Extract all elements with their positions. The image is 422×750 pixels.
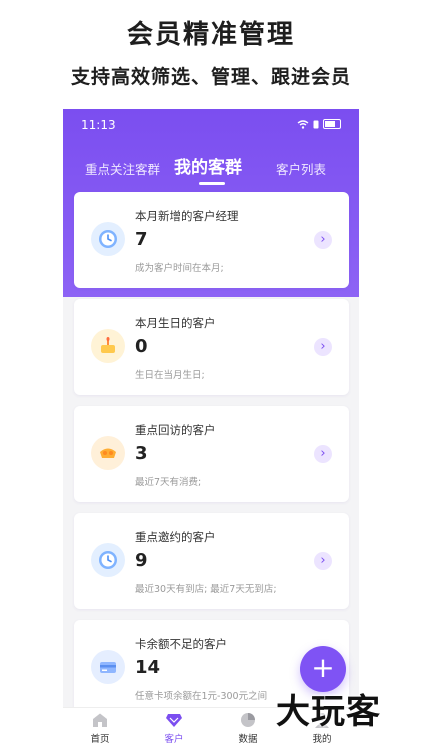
card-description: 最近30天有到店; 最近7天无到店;	[135, 584, 277, 595]
birthday-cake-icon	[91, 329, 125, 363]
card-birthday[interactable]: 本月生日的客户 0 生日在当月生日; ›	[74, 299, 349, 395]
tabbar-customers[interactable]: 客户	[149, 712, 199, 745]
tab-my-groups[interactable]: 我的客群	[174, 153, 242, 178]
battery-icon	[323, 119, 341, 129]
active-tab-indicator	[199, 182, 225, 185]
card-new-managers[interactable]: 本月新增的客户经理 7 成为客户时间在本月; ›	[74, 192, 349, 288]
card-icon	[91, 650, 125, 684]
watermark: 大玩客	[276, 692, 381, 732]
card-title: 本月生日的客户	[135, 316, 216, 330]
card-value: 9	[135, 550, 148, 571]
gift-box-icon	[91, 436, 125, 470]
card-title: 本月新增的客户经理	[135, 209, 239, 223]
card-title: 卡余额不足的客户	[135, 637, 227, 651]
status-bar: 11:13	[63, 109, 359, 143]
card-description: 成为客户时间在本月;	[135, 263, 224, 274]
status-icons	[297, 119, 341, 129]
card-title: 重点回访的客户	[135, 423, 216, 437]
card-description: 任意卡项余额在1元-300元之间	[135, 691, 268, 702]
card-value: 0	[135, 336, 148, 357]
clock-icon	[91, 543, 125, 577]
tabbar-label: 我的	[312, 734, 332, 745]
signal-icon	[313, 120, 319, 128]
card-title: 重点邀约的客户	[135, 530, 216, 544]
wifi-icon	[297, 119, 309, 129]
phone-screen: 11:13 重点关注客群 我的客群 客户列表 本月新增的客户经理 7 成为客户时…	[63, 109, 359, 750]
status-time: 11:13	[81, 118, 116, 132]
tabbar-home[interactable]: 首页	[75, 712, 125, 745]
card-key-invite[interactable]: 重点邀约的客户 9 最近30天有到店; 最近7天无到店; ›	[74, 513, 349, 609]
card-key-revisit[interactable]: 重点回访的客户 3 最近7天有消费; ›	[74, 406, 349, 502]
pie-chart-icon	[241, 713, 255, 727]
promo-subtitle: 支持高效筛选、管理、跟进会员	[70, 66, 351, 88]
tabbar-label: 首页	[90, 734, 110, 745]
chevron-right-icon[interactable]: ›	[314, 338, 332, 356]
tabbar-label: 数据	[238, 734, 258, 745]
chevron-right-icon[interactable]: ›	[314, 445, 332, 463]
card-value: 14	[135, 657, 161, 678]
promo-title: 会员精准管理	[126, 20, 295, 50]
tabbar-label: 客户	[164, 734, 184, 745]
card-value: 7	[135, 229, 148, 250]
card-description: 生日在当月生日;	[135, 370, 205, 381]
clock-icon	[91, 222, 125, 256]
chevron-right-icon[interactable]: ›	[314, 552, 332, 570]
chevron-right-icon[interactable]: ›	[314, 231, 332, 249]
segment-tabs: 重点关注客群 我的客群 客户列表	[63, 153, 359, 193]
tab-focus-groups[interactable]: 重点关注客群	[85, 159, 160, 178]
tab-customer-list[interactable]: 客户列表	[276, 159, 326, 178]
card-value: 3	[135, 443, 148, 464]
tabbar-data[interactable]: 数据	[223, 712, 273, 745]
diamond-icon	[166, 714, 182, 727]
card-description: 最近7天有消费;	[135, 477, 202, 488]
home-icon	[93, 713, 107, 727]
